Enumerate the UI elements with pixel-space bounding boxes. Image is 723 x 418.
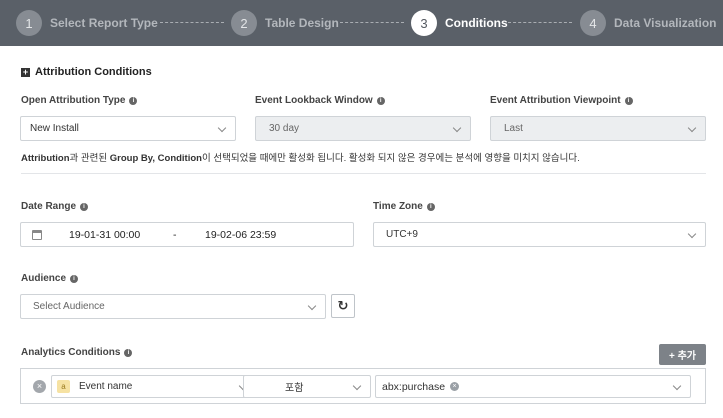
info-icon[interactable]: i	[426, 202, 435, 211]
chevron-down-icon	[217, 123, 227, 133]
info-icon[interactable]: i	[70, 274, 79, 283]
date-range-label: Date Range i	[21, 201, 89, 212]
chevron-down-icon	[672, 381, 682, 391]
audience-select[interactable]: Select Audience	[20, 294, 326, 319]
label-text: Analytics Conditions	[21, 347, 121, 358]
condition-field-select[interactable]: a Event name	[51, 375, 257, 398]
section-title[interactable]: + Attribution Conditions	[21, 66, 152, 78]
select-placeholder: Select Audience	[33, 301, 105, 312]
remove-condition-icon[interactable]: ×	[33, 380, 46, 393]
info-icon[interactable]: i	[129, 96, 138, 105]
note-bold: Group By, Condition	[109, 153, 202, 164]
step-number: 1	[16, 10, 42, 36]
condition-value-select[interactable]: abx:purchase ×	[375, 375, 691, 398]
info-icon[interactable]: i	[80, 202, 89, 211]
label-text: Event Lookback Window	[255, 95, 373, 106]
info-icon[interactable]: i	[124, 348, 133, 357]
select-value: 포함	[285, 383, 304, 394]
step-table-design[interactable]: 2 Table Design	[231, 10, 339, 36]
attribute-type-icon: a	[57, 380, 70, 393]
time-zone-select[interactable]: UTC+9	[373, 222, 706, 247]
select-value: 30 day	[269, 123, 300, 134]
step-select-report-type[interactable]: 1 Select Report Type	[16, 10, 158, 36]
refresh-button[interactable]: ↻	[331, 294, 355, 318]
note-bold: Attribution	[21, 153, 70, 164]
audience-label: Audience i	[21, 273, 79, 284]
refresh-icon: ↻	[337, 298, 349, 313]
chevron-down-icon	[452, 123, 462, 133]
date-range-picker[interactable]: 19-01-31 00:00 - 19-02-06 23:59	[20, 222, 354, 247]
event-attribution-viewpoint-label: Event Attribution Viewpoint i	[490, 95, 633, 106]
open-attribution-type-select[interactable]: New Install	[20, 116, 236, 141]
event-lookback-window-select: 30 day	[255, 116, 471, 141]
step-number: 2	[231, 10, 257, 36]
note-text: 이 선택되었을 때에만 활성화 됩니다. 활성화 되지 않은 경우에는 분석에 …	[201, 153, 580, 164]
analytics-conditions-label: Analytics Conditions i	[21, 347, 133, 358]
date-separator: -	[173, 229, 177, 241]
chevron-down-icon	[687, 123, 697, 133]
step-conditions[interactable]: 3 Conditions	[411, 10, 508, 36]
note-text: 과 관련된	[69, 153, 110, 164]
chevron-down-icon	[687, 229, 697, 239]
condition-row: × a Event name 포함 abx:purchase ×	[20, 368, 706, 404]
info-icon[interactable]: i	[376, 96, 385, 105]
plus-square-icon[interactable]: +	[21, 67, 30, 77]
event-attribution-viewpoint-select: Last	[490, 116, 706, 141]
tag-text: abx:purchase	[382, 380, 446, 393]
chevron-down-icon	[307, 301, 317, 311]
step-label: Conditions	[445, 16, 508, 30]
condition-operator-select[interactable]: 포함	[243, 375, 371, 398]
select-value: New Install	[30, 123, 79, 134]
step-connector	[508, 22, 572, 23]
open-attribution-type-label: Open Attribution Type i	[21, 95, 138, 106]
select-value: Event name	[79, 381, 133, 392]
attribution-note: Attribution과 관련된 Group By, Condition이 선택…	[21, 150, 580, 164]
label-text: Date Range	[21, 201, 77, 212]
label-text: Open Attribution Type	[21, 95, 126, 106]
value-tag: abx:purchase ×	[382, 380, 460, 393]
date-end: 19-02-06 23:59	[205, 229, 277, 241]
date-start: 19-01-31 00:00	[69, 229, 141, 241]
step-label: Data Visualization	[614, 16, 717, 30]
event-lookback-window-label: Event Lookback Window i	[255, 95, 385, 106]
remove-tag-icon[interactable]: ×	[450, 382, 460, 391]
select-value: Last	[504, 123, 523, 134]
step-label: Table Design	[265, 16, 339, 30]
chevron-down-icon	[352, 381, 362, 391]
step-label: Select Report Type	[50, 16, 158, 30]
label-text: Time Zone	[373, 201, 423, 212]
divider	[21, 173, 706, 174]
calendar-icon	[32, 230, 42, 240]
label-text: Event Attribution Viewpoint	[490, 95, 621, 106]
add-condition-button[interactable]: + 추가	[659, 344, 706, 365]
select-value: UTC+9	[386, 229, 418, 240]
step-number: 4	[580, 10, 606, 36]
step-data-visualization[interactable]: 4 Data Visualization	[580, 10, 716, 36]
info-icon[interactable]: i	[624, 96, 633, 105]
step-number: 3	[411, 10, 437, 36]
section-title-text: Attribution Conditions	[35, 66, 152, 78]
label-text: Audience	[21, 273, 67, 284]
wizard-stepper: 1 Select Report Type 2 Table Design 3 Co…	[0, 0, 723, 46]
time-zone-label: Time Zone i	[373, 201, 435, 212]
step-connector	[160, 22, 224, 23]
step-connector	[340, 22, 404, 23]
